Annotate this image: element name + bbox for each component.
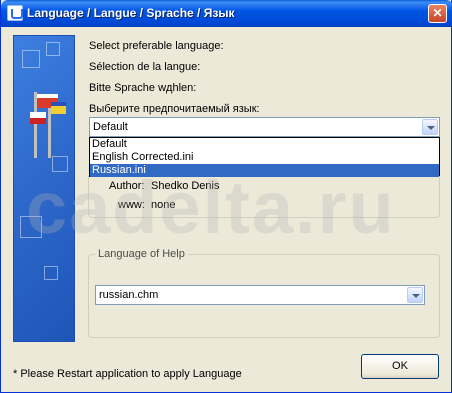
language-option[interactable]: English Corrected.ini (90, 151, 439, 164)
flags-icon (30, 92, 66, 158)
language-select-value: Default (93, 121, 128, 133)
language-select[interactable]: Default (89, 117, 440, 137)
help-language-select[interactable]: russian.chm (95, 285, 425, 305)
www-label: www: (118, 199, 145, 211)
prompt-french: Sélection de la langue: (89, 61, 201, 73)
side-banner (13, 35, 75, 342)
help-select-value: russian.chm (99, 289, 159, 301)
author-label: Author: (109, 180, 145, 192)
close-button[interactable]: ✕ (428, 4, 447, 23)
prompt-russian: Выберите предпочитаемый язык: (89, 103, 260, 115)
window-title: Language / Langue / Sprache / Язык (27, 6, 235, 20)
app-icon (7, 5, 23, 21)
title-bar[interactable]: Language / Langue / Sprache / Язык ✕ (1, 0, 452, 27)
prompt-english: Select preferable language: (89, 40, 224, 52)
language-dialog: Language / Langue / Sprache / Язык ✕ Sel… (0, 0, 452, 393)
language-dropdown-list[interactable]: Default English Corrected.ini Russian.in… (89, 137, 440, 177)
prompt-german: Bitte Sprache wдhlen: (89, 82, 197, 94)
help-group-title: Language of Help (95, 248, 188, 260)
restart-note: * Please Restart application to apply La… (13, 368, 242, 380)
chevron-down-icon[interactable] (422, 119, 438, 135)
author-value: Shedko Denis (151, 180, 220, 192)
chevron-down-icon[interactable] (407, 287, 423, 303)
language-option[interactable]: Default (90, 138, 439, 151)
www-value: none (151, 199, 176, 211)
ok-button[interactable]: OK (361, 354, 439, 379)
